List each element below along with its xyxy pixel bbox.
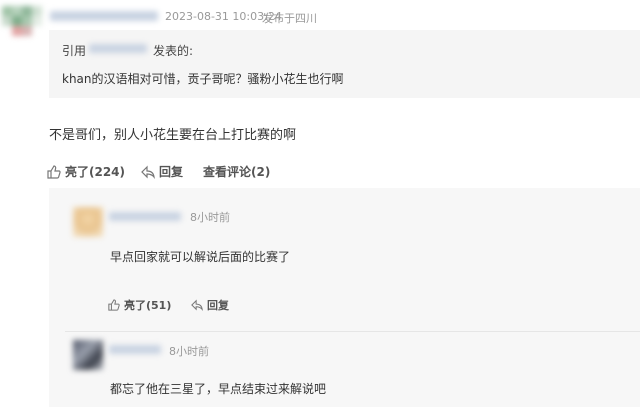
reply-button[interactable]: 回复	[141, 163, 183, 180]
avatar[interactable]	[2, 6, 42, 42]
quote-block: 引用 发表的: khan的汉语相对可惜，贡子哥呢？骚粉小花生也行啊	[49, 30, 640, 98]
reply-divider	[65, 331, 640, 332]
view-replies-button[interactable]: 查看评论(2)	[203, 163, 270, 180]
comment-text: 不是哥们，别人小花生要在台上打比赛的啊	[49, 128, 297, 143]
reply-icon	[141, 165, 155, 179]
quote-prefix: 引用	[62, 44, 87, 58]
replies-panel: 8小时前 早点回家就可以解说后面的比赛了 亮了(51) 回复 8小时前 都忘了他…	[49, 188, 640, 407]
reply-icon	[191, 299, 203, 311]
thumbs-up-icon	[108, 299, 120, 311]
like-button[interactable]: 亮了(224)	[47, 163, 125, 180]
reply-username[interactable]	[109, 212, 181, 221]
thumbs-up-icon	[47, 164, 61, 179]
reply-reply-button[interactable]: 回复	[191, 297, 229, 313]
reply-username[interactable]	[109, 345, 161, 354]
reply-label: 回复	[159, 165, 184, 179]
post-location: 发布于四川	[262, 12, 317, 25]
quoted-username[interactable]	[89, 44, 147, 53]
reply-like-button[interactable]: 亮了(51)	[108, 297, 171, 313]
reply-like-label: 亮了(51)	[124, 299, 172, 312]
reply-time: 8小时前	[190, 211, 230, 224]
reply-avatar[interactable]	[73, 207, 103, 237]
quote-text: khan的汉语相对可惜，贡子哥呢？骚粉小花生也行啊	[62, 72, 344, 86]
reply-time: 8小时前	[169, 345, 209, 358]
quote-suffix: 发表的:	[153, 44, 194, 58]
username[interactable]	[50, 11, 158, 21]
view-replies-label: 查看评论(2)	[203, 165, 271, 179]
reply-text: 早点回家就可以解说后面的比赛了	[110, 250, 291, 264]
reply-reply-label: 回复	[207, 299, 229, 312]
reply-avatar[interactable]	[73, 340, 103, 370]
reply-text: 都忘了他在三星了，早点结束过来解说吧	[110, 382, 327, 396]
like-label: 亮了(224)	[65, 165, 126, 179]
